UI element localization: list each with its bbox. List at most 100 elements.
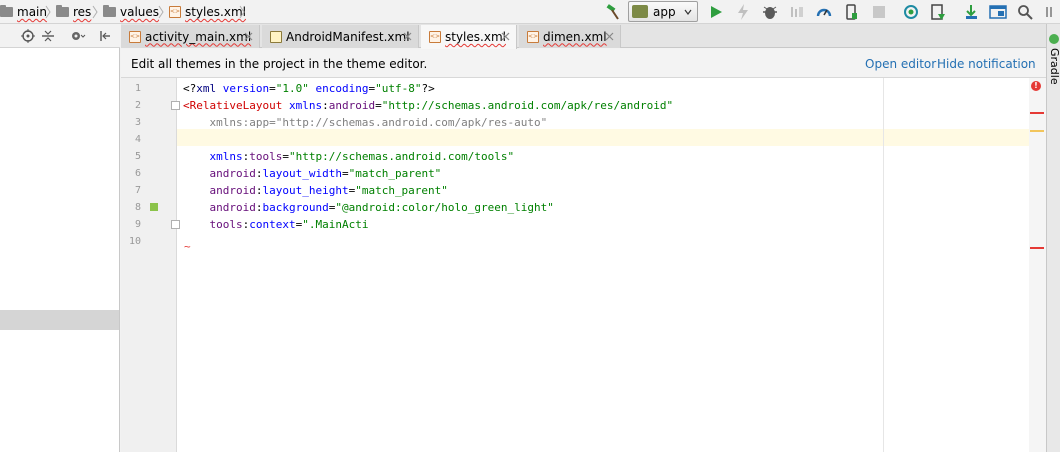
error-stripe[interactable]	[1029, 78, 1046, 452]
code-token: version	[222, 82, 270, 95]
run-icon[interactable]	[706, 2, 726, 22]
profiler-icon[interactable]	[814, 2, 834, 22]
tab-dimen-xml[interactable]: <> dimen.xml	[519, 25, 621, 48]
hide-panel-icon[interactable]	[95, 26, 115, 46]
close-icon[interactable]	[244, 32, 253, 41]
breadcrumb-main[interactable]: main	[0, 3, 47, 21]
color-swatch-icon[interactable]	[150, 203, 158, 211]
code-token: ".MainActi	[302, 218, 369, 231]
error-indicator-icon[interactable]: !	[1031, 81, 1041, 91]
code-line[interactable]: android:layout_height="match_parent"	[183, 182, 448, 199]
code-token: context	[249, 218, 296, 231]
breadcrumb-label: res	[73, 5, 92, 19]
editor-gutter[interactable]: 1 2 3 4 5 6 7 8 9 10	[121, 78, 180, 452]
tab-activity-main[interactable]: <> activity_main.xml	[121, 25, 260, 48]
run-configuration-selector[interactable]: app	[628, 1, 698, 22]
code-token: "match_parent"	[348, 167, 442, 180]
fold-marker-icon[interactable]	[171, 101, 180, 110]
error-stripe-mark[interactable]	[1030, 112, 1044, 114]
folder-icon	[56, 5, 69, 17]
code-token: "match_parent"	[355, 184, 448, 197]
code-token: android	[183, 167, 256, 180]
sync-icon[interactable]	[901, 2, 921, 22]
search-icon[interactable]	[1015, 2, 1035, 22]
project-panel	[0, 24, 120, 452]
code-line[interactable]: android:layout_width="match_parent"	[183, 165, 441, 182]
build-hammer-icon[interactable]	[603, 2, 623, 22]
attach-debugger-icon[interactable]	[787, 2, 807, 22]
debug-icon[interactable]	[760, 2, 780, 22]
code-line[interactable]: android:background="@android:color/holo_…	[183, 199, 554, 216]
project-panel-toolbar	[0, 24, 120, 48]
project-structure-icon[interactable]	[988, 2, 1008, 22]
line-number[interactable]: 6	[127, 165, 141, 182]
gear-icon[interactable]	[68, 26, 88, 46]
code-token: ?>	[421, 82, 435, 95]
line-number[interactable]: 5	[127, 148, 141, 165]
code-line[interactable]: <?xml version="1.0" encoding="utf-8"?>	[183, 80, 435, 97]
code-token: =	[341, 167, 349, 180]
gradle-tab-label: Gradle	[1048, 48, 1060, 85]
code-editor[interactable]: 1 2 3 4 5 6 7 8 9 10 <?xml version="1.0" encoding…	[121, 78, 1046, 452]
code-line[interactable]: tools:context=".MainActi	[183, 216, 368, 233]
line-number[interactable]: 4	[127, 131, 141, 148]
code-token: "utf-8"	[375, 82, 422, 95]
code-token: layout_height	[262, 184, 349, 197]
code-line[interactable]: xmlns:app="http://schemas.android.com/ap…	[183, 114, 547, 131]
code-token: xml	[196, 82, 223, 95]
device-manager-icon[interactable]	[841, 2, 861, 22]
tab-label: styles.xml	[445, 30, 506, 44]
tab-styles-xml[interactable]: <> styles.xml	[421, 25, 517, 49]
code-token: <?	[183, 82, 197, 95]
android-app-icon	[632, 5, 648, 18]
code-line[interactable]: <RelativeLayout xmlns:android="http://sc…	[183, 97, 673, 114]
collapse-all-icon[interactable]	[38, 26, 58, 46]
breadcrumb-values[interactable]: values	[103, 3, 159, 21]
line-number[interactable]: 2	[127, 97, 141, 114]
close-icon[interactable]	[605, 32, 614, 41]
warning-stripe-mark[interactable]	[1030, 130, 1044, 132]
fold-marker-icon[interactable]	[171, 220, 180, 229]
gradle-tool-tab[interactable]: Gradle	[1047, 32, 1060, 92]
code-token: encoding	[315, 82, 369, 95]
run-config-label: app	[653, 4, 676, 19]
code-token: background	[262, 201, 329, 214]
sdk-manager-icon[interactable]	[928, 2, 948, 22]
manifest-file-icon	[270, 30, 282, 43]
locate-target-icon[interactable]	[18, 26, 38, 46]
close-icon[interactable]	[403, 32, 412, 41]
code-token: xmlns	[183, 150, 243, 163]
folder-icon	[103, 5, 116, 17]
theme-editor-notification: Edit all themes in the project in the th…	[121, 49, 1046, 78]
close-icon[interactable]	[501, 32, 510, 41]
selected-tree-row[interactable]	[0, 310, 119, 330]
code-token: android	[328, 99, 376, 112]
line-number[interactable]: 7	[127, 182, 141, 199]
code-area[interactable]: <?xml version="1.0" encoding="utf-8"?> <R…	[183, 78, 1003, 452]
apply-changes-icon[interactable]	[733, 2, 753, 22]
error-stripe-mark[interactable]	[1030, 247, 1044, 249]
tab-label: activity_main.xml	[145, 29, 252, 44]
hide-notification-link[interactable]: Hide notification	[937, 57, 1036, 71]
line-number[interactable]: 1	[127, 80, 141, 97]
code-token: android	[183, 201, 256, 214]
navigation-bar: main res values <> styles.xml app	[0, 0, 1060, 24]
line-number[interactable]: 3	[127, 114, 141, 131]
download-icon[interactable]	[961, 2, 981, 22]
code-token: "@android:color/holo_green_light"	[335, 201, 554, 214]
overflow-icon[interactable]	[1040, 2, 1060, 22]
xml-file-icon: <>	[527, 30, 539, 43]
tab-android-manifest[interactable]: AndroidManifest.xml	[262, 25, 419, 48]
gradle-icon	[1049, 34, 1059, 44]
stop-icon[interactable]	[869, 2, 889, 22]
line-number[interactable]: 9	[127, 216, 141, 233]
breadcrumb-res[interactable]: res	[56, 3, 91, 21]
open-editor-link[interactable]: Open editor	[865, 57, 936, 71]
line-number[interactable]: 8	[127, 199, 141, 216]
chevron-right-icon	[45, 5, 51, 19]
notification-message: Edit all themes in the project in the th…	[131, 57, 428, 71]
breadcrumb-styles-xml[interactable]: <> styles.xml	[169, 3, 246, 21]
code-line[interactable]: xmlns:tools="http://schemas.android.com/…	[183, 148, 514, 165]
line-number[interactable]: 10	[127, 233, 141, 250]
error-squiggle: ~	[184, 240, 191, 253]
